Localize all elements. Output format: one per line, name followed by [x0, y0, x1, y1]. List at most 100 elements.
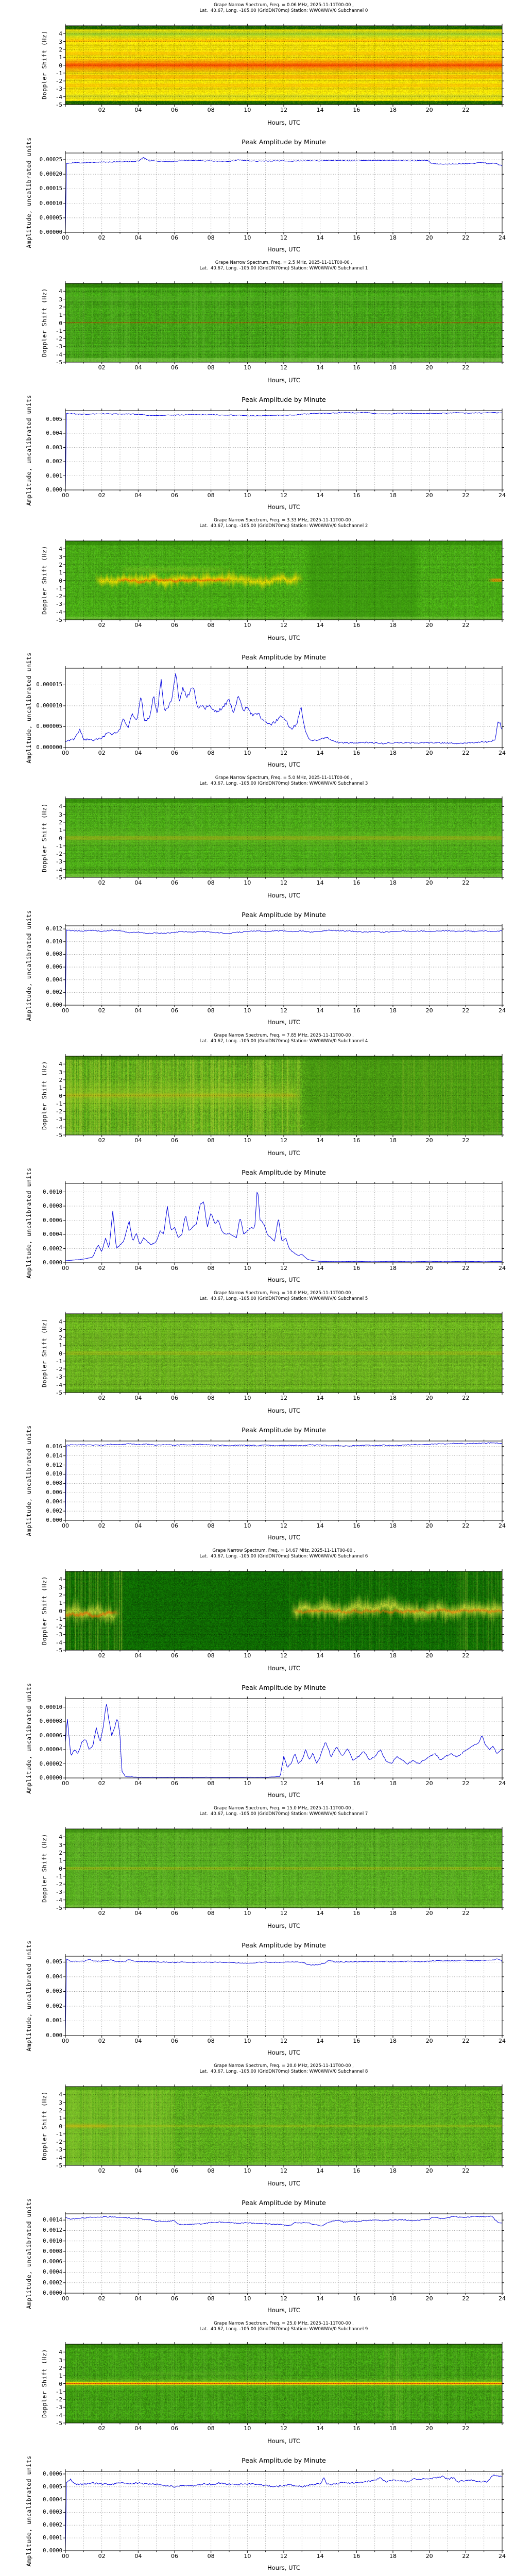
tick-label: -2	[55, 1366, 62, 1373]
tick-label: 0.004	[46, 976, 62, 983]
tick-label: 12	[280, 1910, 287, 1917]
spectrogram-grid-overlay	[63, 539, 504, 622]
spectrogram-title-line1: Grape Narrow Spectrum, Freq. = 5.0 MHz, …	[215, 775, 353, 781]
amplitude-chart-title: Peak Amplitude by Minute	[242, 1168, 326, 1176]
tick-label: 00	[62, 2553, 69, 2560]
tick-label: 04	[134, 1265, 142, 1272]
tick-label: -5	[55, 101, 62, 108]
tick-label: 4	[59, 1318, 62, 1326]
tick-label: 0	[59, 2123, 62, 2130]
tick-label: 16	[353, 2425, 360, 2432]
tick-label: -5	[55, 617, 62, 623]
tick-label: 12	[280, 2038, 287, 2044]
tick-label: 22	[462, 107, 470, 113]
tick-label: 0.001	[46, 2018, 62, 2024]
tick-label: 06	[171, 2038, 178, 2044]
tick-label: 22	[462, 750, 470, 756]
tick-label: -1	[55, 2388, 62, 2395]
tick-label: 00	[62, 1265, 69, 1272]
tick-label: 10	[244, 107, 251, 113]
tick-label: 22	[462, 1007, 470, 1014]
subchannel-section: Grape Narrow Spectrum, Freq. = 15.0 MHz,…	[0, 1803, 515, 2061]
tick-label: 04	[134, 364, 142, 371]
tick-label: 08	[207, 1652, 215, 1659]
tick-label: 0.002	[46, 989, 62, 996]
tick-label: 3	[59, 1069, 62, 1076]
tick-label: 0.0012	[43, 2227, 62, 2234]
tick-label: 02	[98, 492, 106, 499]
tick-label: -4	[55, 608, 62, 616]
tick-label: 0.0006	[43, 2470, 62, 2477]
subchannel-section: Grape Narrow Spectrum, Freq. = 10.0 MHz,…	[0, 1288, 515, 1546]
tick-label: 22	[462, 2553, 470, 2560]
spectrogram-grid-overlay	[63, 1827, 504, 1910]
tick-label: -3	[55, 1374, 62, 1381]
tick-label: 16	[353, 1910, 360, 1917]
spectrogram-title-line2: Lat. 40.67, Long. -105.00 (GridDN70mq) S…	[199, 1554, 368, 1559]
tick-label: 1	[59, 2372, 62, 2380]
tick-label: 22	[462, 492, 470, 499]
tick-label: 16	[353, 750, 360, 756]
tick-label: 06	[171, 1780, 178, 1787]
tick-label: 04	[134, 1780, 142, 1787]
tick-label: 08	[207, 1137, 215, 1144]
tick-label: 22	[462, 622, 470, 629]
tick-label: -4	[55, 1124, 62, 1131]
tick-label: 10	[244, 2425, 251, 2432]
amplitude-line-chart	[63, 409, 504, 492]
tick-label: 22	[462, 1910, 470, 1917]
tick-label: 14	[316, 1265, 324, 1272]
tick-label: 20	[425, 1007, 433, 1014]
amplitude-x-axis-label: Hours, UTC	[267, 2564, 300, 2571]
tick-label: 18	[389, 2425, 397, 2432]
tick-label: 4	[59, 2091, 62, 2098]
tick-label: 08	[207, 364, 215, 371]
tick-label: 0.0008	[43, 2248, 62, 2255]
tick-label: 04	[134, 234, 142, 241]
tick-label: 08	[207, 622, 215, 629]
tick-label: 08	[207, 1910, 215, 1917]
tick-label: 0.003	[46, 1988, 62, 1995]
amplitude-line-chart	[63, 924, 504, 1007]
tick-label: 4	[59, 1576, 62, 1583]
amplitude-chart-title: Peak Amplitude by Minute	[242, 2199, 326, 2207]
tick-label: 3	[59, 1841, 62, 1849]
tick-label: -1	[55, 1615, 62, 1622]
tick-label: 0.010	[46, 938, 62, 945]
spectrogram-grid-overlay	[63, 1054, 504, 1137]
spectrogram-title-line2: Lat. 40.67, Long. -105.00 (GridDN70mq) S…	[199, 523, 368, 529]
tick-label: 14	[316, 1007, 324, 1014]
tick-label: 10	[244, 1652, 251, 1659]
tick-label: 20	[425, 1265, 433, 1272]
tick-label: 3	[59, 2099, 62, 2106]
tick-label: 16	[353, 2167, 360, 2174]
subchannel-section: Grape Narrow Spectrum, Freq. = 14.67 MHz…	[0, 1546, 515, 1803]
tick-label: 02	[98, 1007, 106, 1014]
tick-label: 0.0001	[43, 2535, 62, 2541]
tick-label: 1	[59, 569, 62, 577]
tick-label: 0.0003	[43, 2509, 62, 2516]
tick-label: 2	[59, 1334, 62, 1341]
tick-label: 20	[425, 2295, 433, 2302]
tick-label: -2	[55, 851, 62, 858]
tick-label: -1	[55, 842, 62, 850]
spectrogram-title-line1: Grape Narrow Spectrum, Freq. = 7.85 MHz,…	[214, 1033, 354, 1038]
tick-label: 22	[462, 2167, 470, 2174]
tick-label: 04	[134, 492, 142, 499]
tick-label: -3	[55, 343, 62, 350]
amplitude-x-axis-label: Hours, UTC	[267, 1534, 300, 1541]
tick-label: 04	[134, 1522, 142, 1529]
spectrogram-x-axis-label: Hours, UTC	[267, 2437, 300, 2445]
spectrogram-x-axis-label: Hours, UTC	[267, 377, 300, 384]
tick-label: 0.008	[46, 951, 62, 958]
tick-label: 08	[207, 2425, 215, 2432]
tick-label: 10	[244, 364, 251, 371]
tick-label: 0	[59, 1865, 62, 1872]
spectrogram-grid-overlay	[63, 1312, 504, 1395]
tick-label: -1	[55, 1100, 62, 1107]
tick-label: 16	[353, 1395, 360, 1401]
spectrogram-grid-overlay	[63, 1569, 504, 1652]
tick-label: 20	[425, 492, 433, 499]
tick-label: 22	[462, 1522, 470, 1529]
tick-label: 14	[316, 750, 324, 756]
